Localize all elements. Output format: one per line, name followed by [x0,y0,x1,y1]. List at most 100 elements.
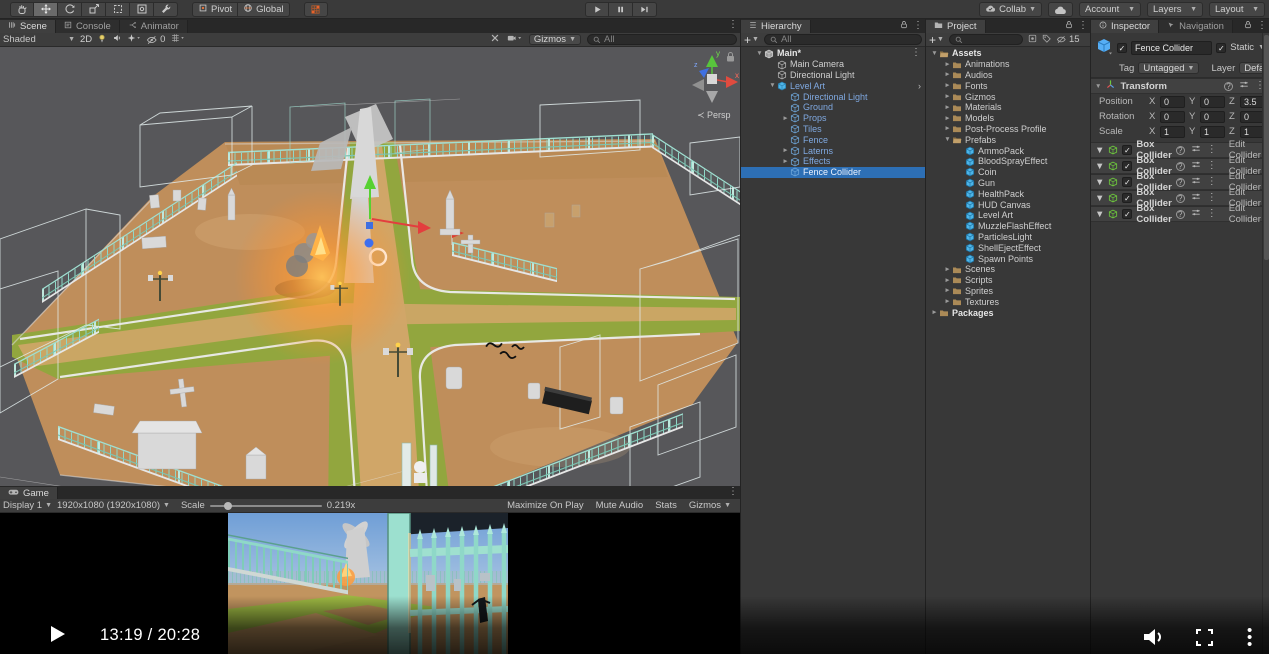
hierarchy-menu-icon[interactable]: ⋮ [913,21,923,31]
tree-row[interactable]: ►Animations [926,59,1090,70]
scene-viewport[interactable]: y x z ≺ Persp [0,47,740,486]
inspector-menu-icon[interactable]: ⋮ [1257,21,1267,31]
project-search-input[interactable] [949,34,1023,45]
rotation-y-field[interactable]: 0 [1200,111,1225,123]
tree-row[interactable]: Tiles [741,124,925,135]
expand-arrow[interactable]: ► [943,115,952,122]
active-checkbox[interactable]: ✓ [1117,43,1127,53]
grid-snap-button[interactable] [304,2,328,17]
foldout-arrow[interactable]: ▼ [1095,177,1104,188]
transform-tool-button[interactable] [130,2,154,17]
expand-arrow[interactable]: ► [781,147,790,154]
lock-icon[interactable] [1244,20,1252,32]
help-icon[interactable]: ? [1176,210,1185,219]
foldout-arrow[interactable]: ▼ [1095,193,1104,204]
tree-row[interactable]: ►Materials [926,102,1090,113]
object-name-field[interactable]: Fence Collider [1131,41,1212,55]
tab-navigation[interactable]: Navigation [1159,20,1233,33]
step-button[interactable] [633,2,657,17]
component-enabled-checkbox[interactable]: ✓ [1122,177,1132,187]
presets-icon[interactable] [1191,208,1201,220]
tree-row[interactable]: Fence [741,134,925,145]
maximize-on-play-button[interactable]: Maximize On Play [501,499,590,512]
tree-row[interactable]: MuzzleFlashEffect [926,221,1090,232]
tree-row[interactable]: HealthPack [926,188,1090,199]
tree-row[interactable]: AmmoPack [926,145,1090,156]
tree-row[interactable]: Fence Collider [741,167,925,178]
position-x-field[interactable]: 0 [1160,96,1185,108]
component-menu-icon[interactable]: ⋮ [1207,145,1217,155]
component-enabled-checkbox[interactable]: ✓ [1122,161,1132,171]
tree-row[interactable]: ►Models [926,113,1090,124]
open-prefab-chevron[interactable]: › [918,81,921,91]
stats-button[interactable]: Stats [649,499,683,512]
foldout-arrow[interactable]: ▼ [1095,161,1104,172]
expand-arrow[interactable]: ► [781,115,790,122]
tree-row[interactable]: ▼Prefabs [926,134,1090,145]
create-object-dropdown[interactable]: +▼ [744,35,759,45]
tree-row[interactable]: ParticlesLight [926,232,1090,243]
scene-gizmos-dropdown[interactable]: Gizmos▼ [529,34,581,45]
expand-arrow[interactable]: ► [943,287,952,294]
tree-row[interactable]: Level Art [926,210,1090,221]
tree-row[interactable]: HUD Canvas [926,199,1090,210]
presets-icon[interactable] [1239,80,1249,92]
component-menu-icon[interactable]: ⋮ [1207,177,1217,187]
play-button[interactable] [585,2,609,17]
tab-scene[interactable]: Scene [0,20,56,33]
video-menu-icon[interactable]: ••• [1247,627,1252,648]
scale-x-field[interactable]: 1 [1160,126,1185,138]
grid-visibility-dropdown[interactable] [170,33,185,46]
position-y-field[interactable]: 0 [1200,96,1225,108]
expand-arrow[interactable]: ► [943,266,952,273]
foldout-arrow[interactable]: ▼ [1095,145,1104,156]
scene-camera-dropdown[interactable] [506,33,523,46]
transform-header[interactable]: ▼ Transform ? ⋮ [1091,78,1269,94]
hierarchy-search-input[interactable]: All [764,34,922,45]
expand-arrow[interactable]: ► [943,104,952,111]
presets-icon[interactable] [1191,192,1201,204]
row-menu-icon[interactable]: ⋮ [911,48,921,58]
presets-icon[interactable] [1191,160,1201,172]
expand-arrow[interactable]: ▼ [768,82,777,89]
account-dropdown[interactable]: Account▼ [1079,2,1141,17]
rect-tool-button[interactable] [106,2,130,17]
resolution-dropdown[interactable]: 1920x1080 (1920x1080)▼ [57,500,170,511]
gameobject-icon[interactable] [1095,37,1113,58]
cloud-services-button[interactable] [1048,2,1073,17]
tree-row[interactable]: ►Laterns [741,145,925,156]
help-icon[interactable]: ? [1176,194,1185,203]
2d-toggle[interactable]: 2D [80,34,92,45]
expand-arrow[interactable]: ▼ [930,50,939,57]
game-gizmos-dropdown[interactable]: Gizmos▼ [683,499,737,512]
tree-row[interactable]: Main Camera [741,59,925,70]
tab-hierarchy[interactable]: Hierarchy [741,20,811,33]
tab-project[interactable]: Project [926,20,986,33]
scale-slider-knob[interactable] [224,502,232,510]
inspector-scrollbar[interactable] [1262,33,1269,654]
component-menu-icon[interactable]: ⋮ [1207,209,1217,219]
expand-arrow[interactable]: ► [930,309,939,316]
create-asset-dropdown[interactable]: +▼ [929,35,944,45]
box-collider-header[interactable]: ▼✓Box Collider?⋮Edit ColliderIs TriggerM… [1091,206,1269,222]
scene-search-input[interactable]: All [587,34,737,45]
hidden-packages-toggle[interactable]: 15 [1056,34,1080,45]
layers-dropdown[interactable]: Layers▼ [1147,2,1203,17]
persp-label[interactable]: ≺ Persp [697,110,731,120]
scene-effects-dropdown[interactable] [127,33,141,46]
tree-row[interactable]: ▼Level Art› [741,80,925,91]
component-enabled-checkbox[interactable]: ✓ [1122,193,1132,203]
lock-icon[interactable] [1065,20,1073,32]
static-checkbox[interactable]: ✓ [1216,43,1226,53]
shading-mode-dropdown[interactable]: Shaded▼ [3,34,75,45]
tree-row[interactable]: ►Scripts [926,275,1090,286]
scale-y-field[interactable]: 1 [1200,126,1225,138]
expand-arrow[interactable]: ▼ [755,50,764,57]
tree-row[interactable]: ►Effects [741,156,925,167]
help-icon[interactable]: ? [1224,82,1233,91]
tree-row[interactable]: ShellEjectEffect [926,242,1090,253]
tab-inspector[interactable]: Inspector [1091,20,1159,33]
tree-row[interactable]: ►Scenes [926,264,1090,275]
expand-arrow[interactable]: ► [943,298,952,305]
hand-tool-button[interactable] [10,2,34,17]
